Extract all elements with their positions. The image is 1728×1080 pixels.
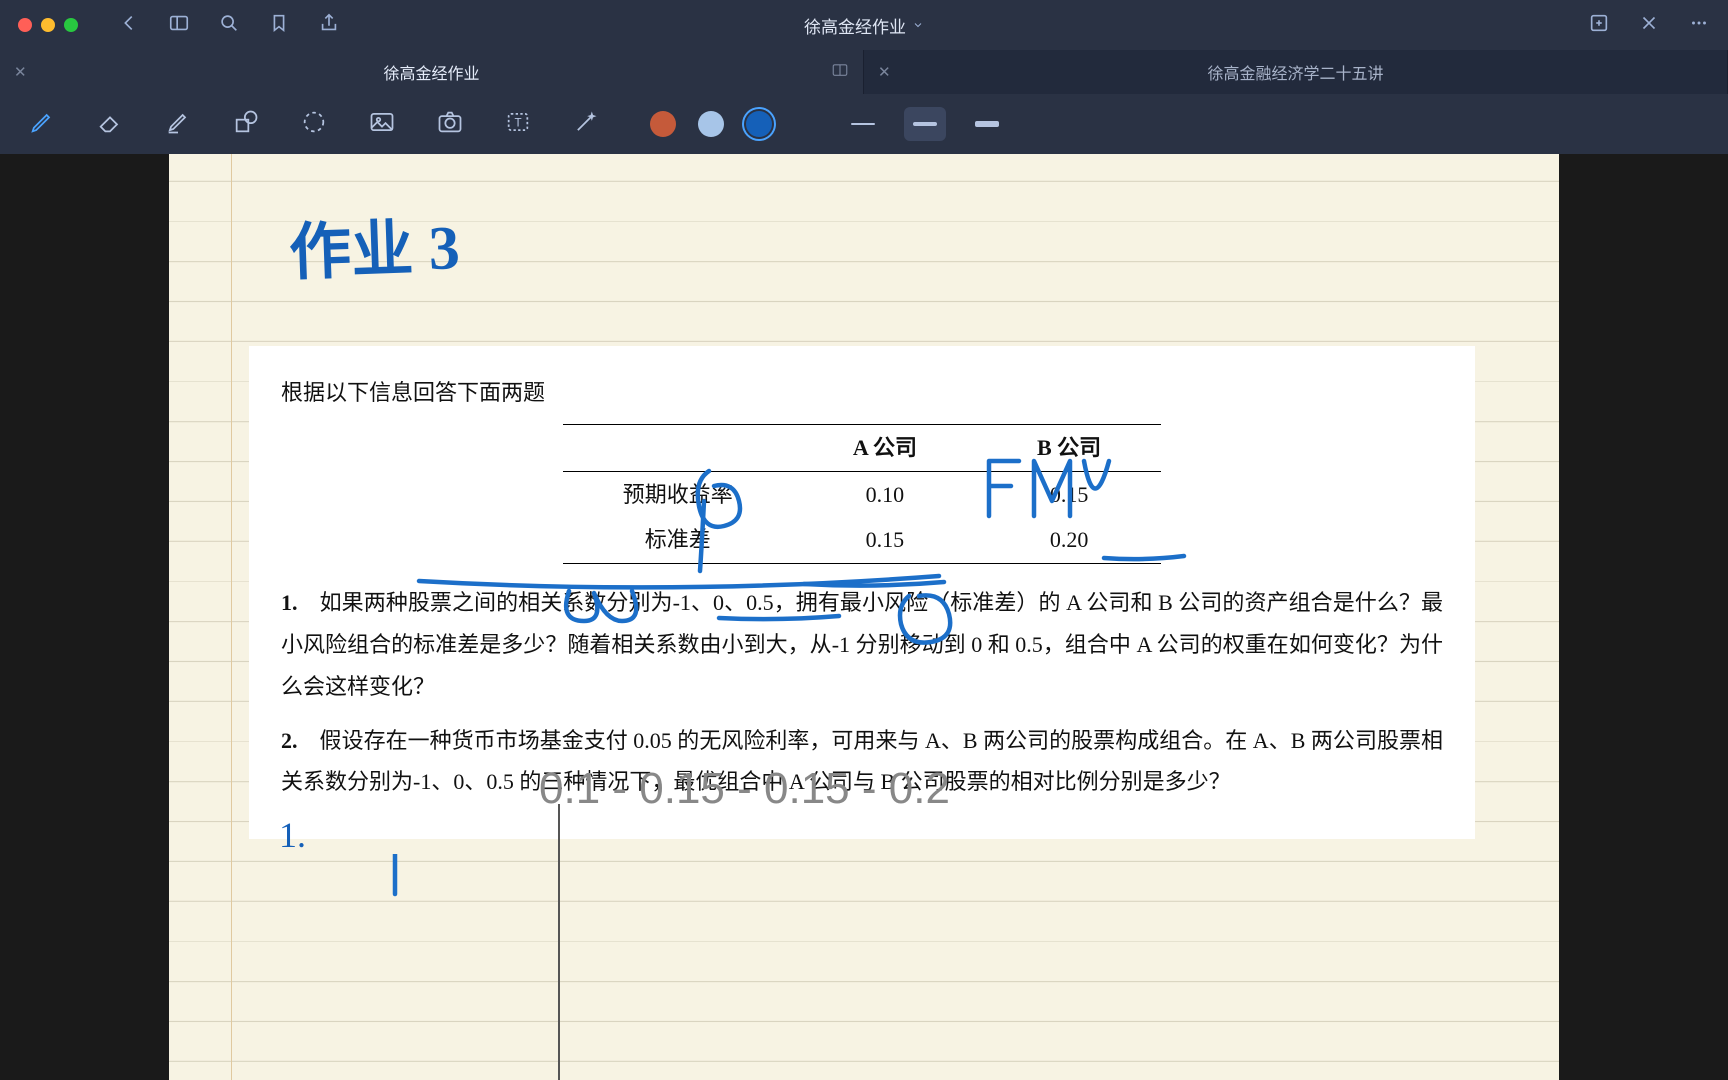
close-icon[interactable] <box>1638 12 1660 39</box>
new-note-icon[interactable] <box>1588 12 1610 39</box>
question-1: 1. 如果两种股票之间的相关系数分别为-1、0、0.5，拥有最小风险（标准差）的… <box>281 582 1443 707</box>
tab-label: 徐高金经作业 <box>383 60 479 84</box>
thickness-thick[interactable] <box>966 107 1008 141</box>
tab-1[interactable]: ✕ 徐高金经作业 <box>0 50 864 94</box>
thickness-medium[interactable] <box>904 107 946 141</box>
split-view-icon[interactable] <box>831 61 849 84</box>
camera-tool-icon[interactable] <box>436 108 464 141</box>
magic-tool-icon[interactable] <box>572 108 600 141</box>
svg-text:T: T <box>514 116 521 129</box>
highlighter-tool-icon[interactable] <box>164 108 192 141</box>
note-page: 作业 3 根据以下信息回答下面两题 A 公司 B 公司 预期收益率 0.10 0… <box>169 154 1559 1080</box>
tab-2[interactable]: ✕ 徐高金融经济学二十五讲 <box>864 50 1728 94</box>
handwritten-title: 作业 3 <box>287 196 461 292</box>
handwritten-list-1: 1. <box>279 814 306 856</box>
th-blank <box>563 424 793 471</box>
close-window-button[interactable] <box>18 18 32 32</box>
pen-tool-icon[interactable] <box>28 108 56 141</box>
color-swatch-3[interactable] <box>746 111 772 137</box>
tab-close-icon[interactable]: ✕ <box>878 63 891 81</box>
canvas[interactable]: 作业 3 根据以下信息回答下面两题 A 公司 B 公司 预期收益率 0.10 0… <box>0 154 1728 1080</box>
overlay-numbers: 0.1 - 0.15 - 0.15 - 0.2 <box>539 764 950 814</box>
thickness-picker <box>842 107 1008 141</box>
data-table: A 公司 B 公司 预期收益率 0.10 0.15 标准差 0.15 0.20 <box>563 424 1161 564</box>
lasso-tool-icon[interactable] <box>300 108 328 141</box>
margin-line <box>231 154 232 1080</box>
tab-bar: ✕ 徐高金经作业 ✕ 徐高金融经济学二十五讲 <box>0 50 1728 94</box>
table-row: 预期收益率 0.10 0.15 <box>563 471 1161 517</box>
window-controls <box>18 18 78 32</box>
back-icon[interactable] <box>118 12 140 39</box>
table-row: 标准差 0.15 0.20 <box>563 517 1161 563</box>
shapes-tool-icon[interactable] <box>232 108 260 141</box>
minimize-window-button[interactable] <box>41 18 55 32</box>
editor-toolbar: T <box>0 94 1728 154</box>
color-swatch-2[interactable] <box>698 111 724 137</box>
document-title[interactable]: 徐高金经作业 <box>804 13 924 38</box>
chevron-down-icon <box>912 19 924 31</box>
document-title-text: 徐高金经作业 <box>804 13 906 38</box>
thickness-thin[interactable] <box>842 107 884 141</box>
more-icon[interactable] <box>1688 12 1710 39</box>
color-picker <box>650 111 772 137</box>
eraser-tool-icon[interactable] <box>96 108 124 141</box>
search-icon[interactable] <box>218 12 240 39</box>
text-tool-icon[interactable]: T <box>504 108 532 141</box>
share-icon[interactable] <box>318 12 340 39</box>
pen-small-stroke <box>385 854 405 904</box>
fullscreen-window-button[interactable] <box>64 18 78 32</box>
th-b: B 公司 <box>977 424 1161 471</box>
color-swatch-1[interactable] <box>650 111 676 137</box>
intro-text: 根据以下信息回答下面两题 <box>281 372 1443 414</box>
tab-close-icon[interactable]: ✕ <box>14 63 27 81</box>
titlebar: 徐高金经作业 <box>0 0 1728 50</box>
tab-label: 徐高金融经济学二十五讲 <box>1207 60 1383 84</box>
th-a: A 公司 <box>793 424 977 471</box>
bookmark-icon[interactable] <box>268 12 290 39</box>
sidebar-toggle-icon[interactable] <box>168 12 190 39</box>
pen-vertical-stroke <box>539 804 579 1080</box>
image-tool-icon[interactable] <box>368 108 396 141</box>
